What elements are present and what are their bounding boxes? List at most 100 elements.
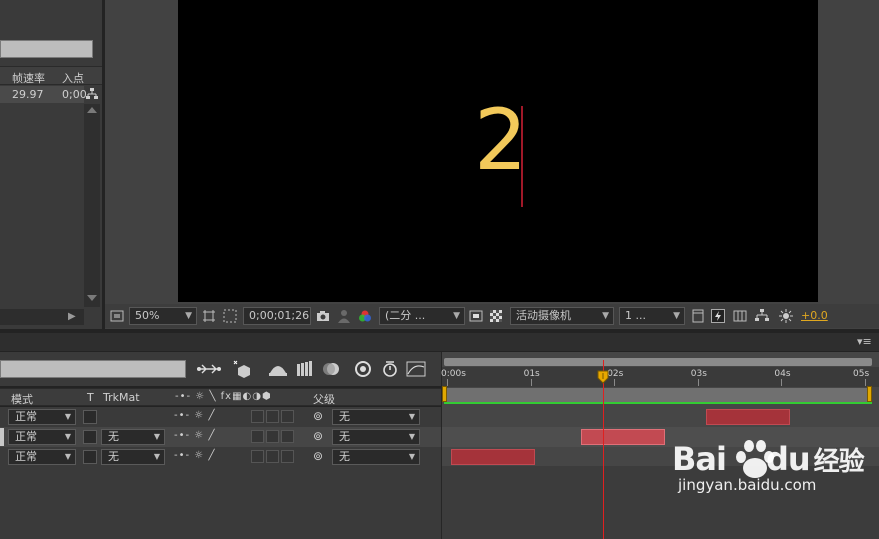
layer-switch-boxes[interactable] — [251, 450, 296, 466]
current-time-display[interactable]: 0;00;01;26 — [243, 307, 311, 325]
toggle-pixel-aspect-icon[interactable] — [691, 309, 705, 323]
current-time-indicator[interactable] — [603, 360, 604, 539]
layer-row[interactable]: 正常 ▼ -•- ☼ ╱ ⊚ 无 ▼ — [0, 407, 441, 427]
show-snapshot-icon[interactable] — [337, 309, 351, 323]
column-track-matte-toggle[interactable]: T — [87, 391, 94, 404]
column-mode[interactable]: 模式 — [11, 391, 33, 407]
time-ruler[interactable] — [442, 367, 879, 387]
column-frame-rate[interactable]: 帧速率 — [12, 70, 45, 86]
parent-dropdown[interactable]: 无 ▼ — [332, 409, 420, 425]
panel-menu-icon[interactable]: ▾≡ — [857, 335, 872, 348]
transparency-grid-icon[interactable] — [223, 309, 237, 323]
track-matte-value: 无 — [108, 430, 119, 443]
range-end-handle[interactable] — [867, 386, 872, 402]
comp-mini-flowchart-icon[interactable] — [196, 362, 222, 376]
camera-view-dropdown[interactable]: 活动摄像机 ▼ — [510, 307, 614, 325]
layer-switch-boxes[interactable] — [251, 410, 296, 426]
graph-editor-icon[interactable] — [406, 361, 426, 377]
item-in-point: 0;00 — [62, 88, 87, 101]
reset-exposure-icon[interactable] — [779, 309, 793, 323]
comp-flowchart-icon[interactable] — [755, 309, 769, 323]
track-matte-dropdown[interactable]: 无 ▼ — [101, 449, 165, 465]
blend-mode-value: 正常 — [15, 450, 37, 463]
comp-text-layer[interactable]: 2 — [474, 98, 527, 182]
exposure-value[interactable]: +0.0 — [801, 309, 828, 322]
blend-mode-value: 正常 — [15, 430, 37, 443]
scroll-up-icon[interactable] — [87, 106, 97, 114]
always-preview-icon[interactable] — [110, 309, 124, 323]
ruler-tick — [698, 379, 699, 386]
track-matte-dropdown[interactable]: 无 ▼ — [101, 429, 165, 445]
layer-switches[interactable]: -•- ☼ ╱ — [174, 430, 215, 441]
ruler-tick — [614, 379, 615, 386]
layer-duration-bar[interactable] — [706, 409, 790, 425]
playhead-handle-icon[interactable] — [597, 370, 609, 384]
parent-dropdown[interactable]: 无 ▼ — [332, 429, 420, 445]
column-trkmat[interactable]: TrkMat — [103, 391, 140, 404]
channel-rgb-icon[interactable] — [358, 309, 372, 323]
layer-column-header: 模式 T TrkMat -•- ☼ ╲ fx▦◐◑⬢ 父级 — [0, 388, 441, 406]
chevron-down-icon: ▼ — [153, 432, 160, 441]
layer-duration-bar[interactable] — [451, 449, 535, 465]
fast-previews-icon[interactable] — [711, 309, 725, 323]
timeline-search-input[interactable] — [0, 360, 186, 378]
hide-shy-layers-icon[interactable] — [268, 361, 288, 377]
frame-blending-icon[interactable] — [296, 361, 314, 377]
scroll-right-icon[interactable]: ▶ — [68, 311, 76, 322]
layer-switch-boxes[interactable] — [251, 430, 296, 446]
layer-row[interactable]: 正常 ▼ 无 ▼ -•- ☼ ╱ ⊚ 无 ▼ — [0, 427, 441, 447]
project-item-row[interactable]: 29.97 0;00 — [0, 86, 87, 103]
blend-mode-dropdown[interactable]: 正常 ▼ — [8, 409, 76, 425]
checkerboard-icon[interactable] — [489, 309, 503, 323]
range-start-handle[interactable] — [442, 386, 447, 402]
scroll-down-icon[interactable] — [87, 294, 97, 302]
motion-blur-icon[interactable] — [322, 361, 340, 377]
chevron-down-icon: ▼ — [185, 311, 192, 321]
preserve-transparency-checkbox[interactable] — [83, 430, 97, 444]
project-vertical-scrollbar[interactable] — [84, 104, 100, 307]
pick-whip-icon[interactable]: ⊚ — [313, 429, 323, 443]
work-area-bar[interactable] — [444, 358, 872, 366]
brainstorm-icon[interactable] — [354, 360, 372, 378]
layer-row[interactable]: 正常 ▼ 无 ▼ -•- ☼ ╱ ⊚ 无 ▼ — [0, 447, 441, 467]
text-cursor — [521, 106, 523, 207]
view-layout-dropdown[interactable]: 1 ... ▼ — [619, 307, 685, 325]
parent-dropdown[interactable]: 无 ▼ — [332, 449, 420, 465]
layer-duration-bar[interactable] — [581, 429, 665, 445]
chevron-down-icon: ▼ — [453, 311, 460, 321]
blend-mode-dropdown[interactable]: 正常 ▼ — [8, 429, 76, 445]
watermark-logo-text: Bai — [672, 440, 727, 478]
viewer-toolbar: 50% ▼ 0;00;01;26 (二分 ... ▼ 活动摄像机 ▼ 1 ... ▼ +… — [105, 304, 879, 328]
column-in-point[interactable]: 入点 — [62, 70, 84, 86]
preserve-transparency-checkbox[interactable] — [83, 450, 97, 464]
ruler-tick — [447, 379, 448, 386]
region-of-interest-icon[interactable] — [469, 309, 483, 323]
parent-value: 无 — [339, 410, 350, 423]
composition-time-range[interactable] — [444, 388, 872, 402]
safe-zones-icon[interactable] — [202, 309, 216, 323]
preserve-transparency-checkbox[interactable] — [83, 410, 97, 424]
pick-whip-icon[interactable]: ⊚ — [313, 449, 323, 463]
pick-whip-icon[interactable]: ⊚ — [313, 409, 323, 423]
column-switches-icons[interactable]: -•- ☼ ╲ fx▦◐◑⬢ — [175, 391, 272, 402]
chevron-down-icon: ▼ — [408, 452, 415, 461]
column-parent[interactable]: 父级 — [313, 391, 335, 407]
blend-mode-value: 正常 — [15, 410, 37, 423]
magnification-dropdown[interactable]: 50% ▼ — [129, 307, 197, 325]
ruler-label: 03s — [690, 369, 707, 379]
layer-switches[interactable]: -•- ☼ ╱ — [174, 450, 215, 461]
layer-selection-marker — [0, 428, 4, 446]
flowchart-icon[interactable] — [86, 88, 98, 100]
timeline-icon[interactable] — [733, 309, 747, 323]
chevron-down-icon: ▼ — [64, 432, 71, 441]
blend-mode-dropdown[interactable]: 正常 ▼ — [8, 449, 76, 465]
chevron-down-icon: ▼ — [602, 311, 609, 321]
parent-value: 无 — [339, 450, 350, 463]
timecode-value: 0;00;01;26 — [249, 309, 310, 322]
auto-keyframe-icon[interactable] — [382, 360, 398, 378]
resolution-dropdown[interactable]: (二分 ... ▼ — [379, 307, 465, 325]
project-search-input[interactable] — [0, 40, 93, 58]
camera-snapshot-icon[interactable] — [316, 309, 330, 323]
draft-3d-icon[interactable] — [233, 360, 251, 378]
layer-switches[interactable]: -•- ☼ ╱ — [174, 410, 215, 421]
